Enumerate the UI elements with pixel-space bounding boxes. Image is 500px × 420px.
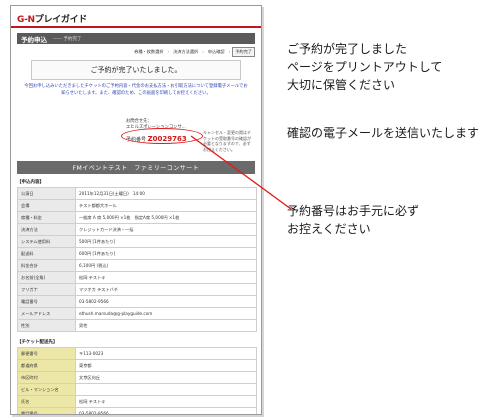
table-row: 公演日 2011年12月31日(土曜日) 14:00 <box>17 187 257 200</box>
confirmation-page-screenshot: G-Nプレイガイド 予約申込 —— 予約完了 券種・枚数選択 › 決済方法選択 … <box>10 5 262 415</box>
table-row: 会場 テスト都都大ホール <box>17 199 257 212</box>
row-label: 市区町村 <box>17 371 76 384</box>
logo-text: プレイガイド <box>34 15 88 25</box>
row-value <box>75 383 257 396</box>
row-value: 文京区向丘 <box>75 371 257 384</box>
row-label: メールアドレス <box>17 307 76 320</box>
row-label: フリガナ <box>17 283 76 296</box>
annotation-number-line-2: お控えください <box>287 222 371 236</box>
table-row: ビル・マンション名 <box>17 383 257 396</box>
row-label: お名前(全角) <box>17 271 76 284</box>
annotation-number-line-1: 予約番号はお手元に必ず <box>287 204 420 218</box>
annotation-print-line-3: 大切に保管ください <box>287 78 396 92</box>
page-title-bar: 予約申込 —— 予約完了 <box>17 33 255 44</box>
row-value: マツオカ テストバチ <box>75 283 257 296</box>
annotation-print: ご予約が完了しました ページをプリントアウトして 大切に保管ください <box>287 40 442 94</box>
table-row: 席種・料金 一般席 A 席 5,000円 ×1枚 指定A席 5,000円 ×1枚 <box>17 211 257 224</box>
details-heading: 【申込内容】 <box>17 180 44 185</box>
completion-message: ご予約が完了いたしました。 <box>90 66 182 74</box>
notice-text: 今回お申し込みいただきましたチケットのご予約内容・代金のお支払方法・お引取方法に… <box>24 84 248 96</box>
event-title-bar: FMイベントテスト ファミリーコンサート <box>17 161 255 174</box>
row-label: 郵便番号 <box>17 347 76 360</box>
completion-message-box: ご予約が完了いたしました。 <box>31 60 241 80</box>
row-value: 6,100円 (税込) <box>75 259 257 272</box>
step-4-current: 予約完了 <box>232 46 255 57</box>
step-2: 決済方法選択 <box>173 48 199 54</box>
table-row: システム使用料 500円 [1件あたり] <box>17 235 257 248</box>
page-title: 予約申込 <box>21 35 47 44</box>
row-value: 〒113-0023 <box>75 347 257 360</box>
row-label: 電話番号 <box>17 407 76 414</box>
row-value: クレジットカード決済・一括 <box>75 223 257 236</box>
step-separator-icon: › <box>228 49 231 54</box>
row-label: 配送料 <box>17 247 76 260</box>
logo-brand: G-N <box>17 15 35 25</box>
progress-steps: 券種・枚数選択 › 決済方法選択 › 申込確認 › 予約完了 <box>11 46 255 57</box>
table-row: 市区町村 文京区向丘 <box>17 371 257 384</box>
row-label: 公演日 <box>17 187 76 200</box>
step-3: 申込確認 <box>207 48 225 54</box>
row-value: ethush.marsuda@g-playguide.com <box>75 307 257 320</box>
annotation-number: 予約番号はお手元に必ず お控えください <box>287 202 419 238</box>
row-value: 2011年12月31日(土曜日) 14:00 <box>75 187 257 200</box>
table-row: 電話番号 03-5802-9566 <box>17 295 257 308</box>
row-value: 松岡 テストキ <box>75 395 257 408</box>
row-value: 03-5802-9566 <box>75 407 257 414</box>
site-logo[interactable]: G-Nプレイガイド <box>17 12 87 25</box>
row-value: 東京都 <box>75 359 257 372</box>
row-value: テスト都都大ホール <box>75 199 257 212</box>
reservation-highlight-circle <box>121 128 203 144</box>
table-row: 性別 男性 <box>17 319 257 332</box>
row-label: 席種・料金 <box>17 211 76 224</box>
annotation-print-line-1: ご予約が完了しました <box>287 42 408 56</box>
details-table: 公演日 2011年12月31日(土曜日) 14:00 会場 テスト都都大ホール 席種・料… <box>17 187 257 332</box>
table-row: フリガナ マツオカ テストバチ <box>17 283 257 296</box>
row-value: 03-5802-9566 <box>75 295 257 308</box>
row-label: 会場 <box>17 199 76 212</box>
annotation-email-line: 確認の電子メールを送信いたします <box>287 126 480 140</box>
row-value: 男性 <box>75 319 257 332</box>
table-row: メールアドレス ethush.marsuda@g-playguide.com <box>17 307 257 320</box>
page-subtitle: —— 予約完了 <box>53 36 82 42</box>
reservation-side-note: キャンセル・変更の際はチケットの受取番号の確認が必要となりますので、必ずお控えく… <box>203 130 251 152</box>
step-separator-icon: › <box>202 49 204 54</box>
header-divider <box>11 26 261 28</box>
row-label: 電話番号 <box>17 295 76 308</box>
table-row: 電話番号 03-5802-9566 <box>17 407 257 414</box>
table-row: お名前(全角) 松岡 テストキ <box>17 271 257 284</box>
ticket-heading: 【チケット配送先】 <box>17 340 58 345</box>
table-row: 都道府県 東京都 <box>17 359 257 372</box>
row-label: 性別 <box>17 319 76 332</box>
table-row: 決済方法 クレジットカード決済・一括 <box>17 223 257 236</box>
table-row: 郵便番号 〒113-0023 <box>17 347 257 360</box>
row-value: 一般席 A 席 5,000円 ×1枚 指定A席 5,000円 ×1枚 <box>75 211 257 224</box>
event-title: FMイベントテスト ファミリーコンサート <box>72 165 200 172</box>
table-row: 料金合計 6,100円 (税込) <box>17 259 257 272</box>
table-row: 氏名 松岡 テストキ <box>17 395 257 408</box>
annotation-print-line-2: ページをプリントアウトして <box>287 60 443 74</box>
row-label: 氏名 <box>17 395 76 408</box>
row-label: 都道府県 <box>17 359 76 372</box>
step-separator-icon: › <box>167 49 170 54</box>
row-value: 松岡 テストキ <box>75 271 257 284</box>
row-label: ビル・マンション名 <box>17 383 76 396</box>
row-label: 決済方法 <box>17 223 76 236</box>
row-label: システム使用料 <box>17 235 76 248</box>
row-value: 500円 [1件あたり] <box>75 235 257 248</box>
table-row: 配送料 600円 [1件あたり] <box>17 247 257 260</box>
ticket-table: 郵便番号 〒113-0023 都道府県 東京都 市区町村 文京区向丘 ビル・マンション名 氏名… <box>17 347 257 414</box>
step-1: 券種・枚数選択 <box>134 48 164 54</box>
annotation-email: 確認の電子メールを送信いたします <box>287 124 479 142</box>
row-label: 料金合計 <box>17 259 76 272</box>
row-value: 600円 [1件あたり] <box>75 247 257 260</box>
